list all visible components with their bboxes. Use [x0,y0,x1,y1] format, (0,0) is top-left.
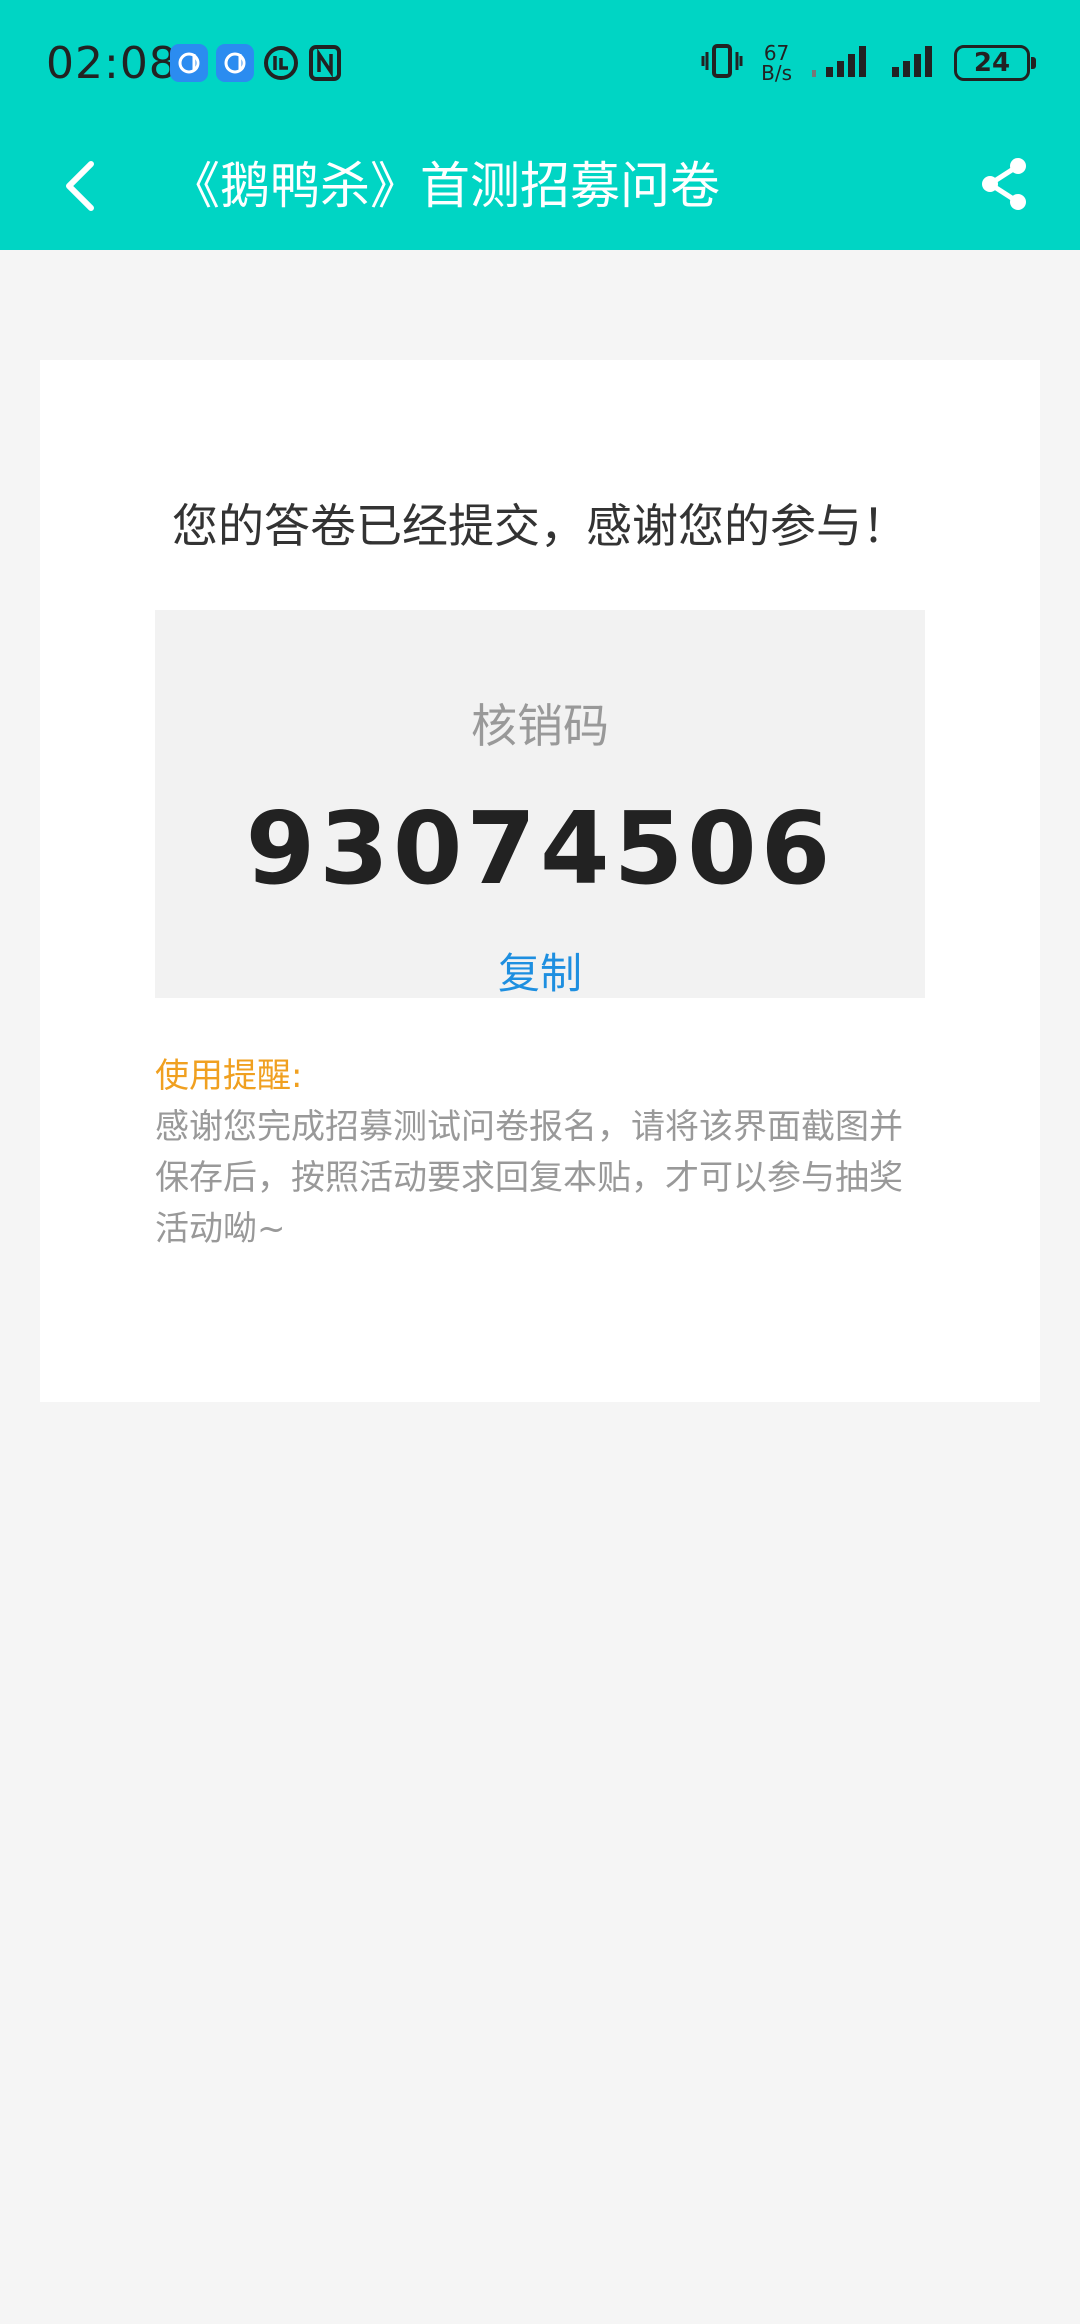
notification-icons [170,44,342,82]
success-message: 您的答卷已经提交，感谢您的参与！ [172,499,908,553]
status-bar: 02:08 67 B/s 24 [0,0,1080,130]
usage-reminder-text: 感谢您完成招募测试问卷报名，请将该界面截图并保存后，按照活动要求回复本贴，才可以… [155,1107,903,1249]
copy-button[interactable]: 复制 [155,940,925,1001]
nav-bar: 《鹅鸭杀》首测招募问卷 [0,130,1080,250]
verification-code-label: 核销码 [471,699,609,753]
chevron-left-icon [66,161,94,211]
app-notification-icon [170,44,208,82]
system-icons: 67 B/s 24 [701,42,1036,84]
page-title: 《鹅鸭杀》首测招募问卷 [170,157,720,215]
network-speed-value: 67 [763,41,790,65]
nfc-icon [308,44,342,82]
verification-code-value: 93074506 [245,790,835,907]
usage-reminder-title: 使用提醒: [155,1056,303,1096]
timer-icon [262,44,300,82]
signal-icon [810,43,872,83]
back-button[interactable] [50,156,110,216]
share-button[interactable] [974,154,1034,214]
network-speed: 67 B/s [761,43,792,83]
vibrate-icon [701,42,743,84]
network-speed-unit: B/s [761,61,792,85]
share-icon [982,158,1026,210]
app-notification-icon [216,44,254,82]
battery-icon: 24 [954,45,1036,81]
battery-level: 24 [973,48,1011,78]
status-time: 02:08 [46,38,178,89]
result-card: 您的答卷已经提交，感谢您的参与！ 核销码 93074506 复制 使用提醒: 感… [40,360,1040,1402]
app-header: 02:08 67 B/s 24 《鹅鸭杀》首测招募问卷 [0,0,1080,250]
verification-code-box: 核销码 93074506 复制 [155,610,925,998]
signal-icon [890,43,936,83]
